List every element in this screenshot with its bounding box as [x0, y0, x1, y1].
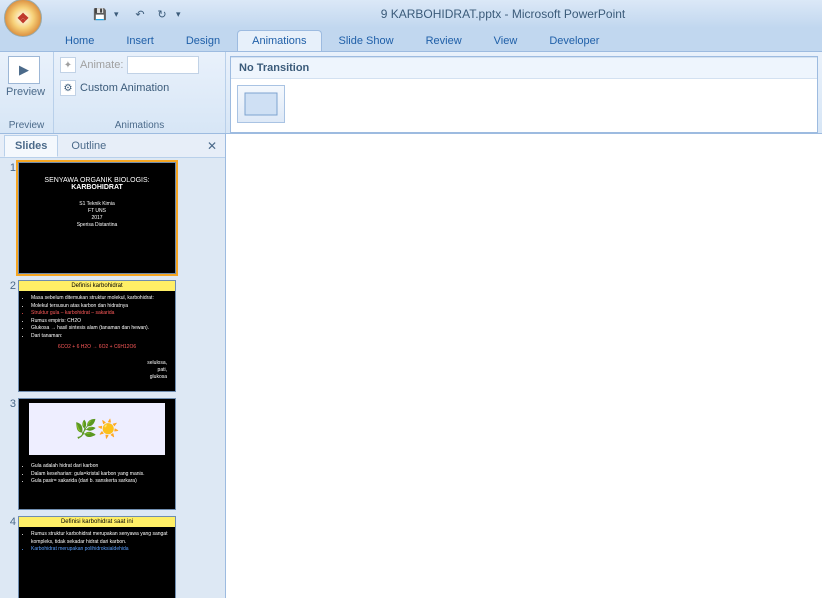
outline-tab[interactable]: Outline	[60, 135, 117, 157]
slide-thumbnails[interactable]: 1SENYAWA ORGANIK BIOLOGIS:KARBOHIDRATS1 …	[0, 158, 225, 598]
animate-select	[127, 56, 199, 74]
redo-icon[interactable]: ↻	[154, 6, 170, 22]
preview-button[interactable]: ▶ Preview	[6, 56, 42, 98]
tab-slide-show[interactable]: Slide Show	[324, 30, 409, 51]
group-preview: Preview	[6, 118, 47, 133]
slide-thumbnail[interactable]: 🌿☀️Gula adalah hidrat dari karbonDalam k…	[18, 398, 176, 510]
undo-icon[interactable]: ↶	[132, 6, 148, 22]
tab-animations[interactable]: Animations	[237, 30, 321, 51]
slide-number: 4	[4, 516, 18, 598]
slides-tab[interactable]: Slides	[4, 135, 58, 157]
custom-animation-button[interactable]: ⚙ Custom Animation	[60, 80, 169, 96]
animate-icon: ✦	[60, 57, 76, 73]
transition-item[interactable]	[237, 85, 285, 123]
qat-customize-icon[interactable]: ▾	[176, 9, 188, 20]
gallery-category: No Transition	[231, 57, 817, 79]
group-animations: Animations	[60, 118, 219, 133]
save-icon[interactable]: 💾	[92, 6, 108, 22]
tab-insert[interactable]: Insert	[111, 30, 169, 51]
slide-number: 2	[4, 280, 18, 392]
close-panel-icon[interactable]: ✕	[203, 139, 221, 153]
slide-thumbnail[interactable]: Definisi karbohidratMasa sebelum ditemuk…	[18, 280, 176, 392]
office-button[interactable]: ❖	[4, 0, 42, 37]
tab-view[interactable]: View	[479, 30, 533, 51]
transition-gallery[interactable]: No TransitionFades and DissolvesWipesPus…	[230, 56, 818, 133]
preview-icon: ▶	[8, 56, 40, 84]
slide-number: 1	[4, 162, 18, 274]
custom-animation-label: Custom Animation	[80, 82, 169, 94]
slide-thumbnail[interactable]: SENYAWA ORGANIK BIOLOGIS:KARBOHIDRATS1 T…	[18, 162, 176, 274]
tab-design[interactable]: Design	[171, 30, 235, 51]
custom-animation-icon: ⚙	[60, 80, 76, 96]
slide-canvas[interactable]	[226, 134, 822, 598]
preview-label: Preview	[6, 86, 42, 98]
tab-home[interactable]: Home	[50, 30, 109, 51]
slide-thumbnail[interactable]: Definisi karbohidrat saat iniRumus struk…	[18, 516, 176, 598]
qat-split-icon[interactable]: ▾	[114, 9, 126, 20]
tab-review[interactable]: Review	[411, 30, 477, 51]
slide-number: 3	[4, 398, 18, 510]
animate-label: Animate:	[80, 59, 123, 71]
window-title: 9 KARBOHIDRAT.pptx - Microsoft PowerPoin…	[188, 7, 818, 21]
tab-developer[interactable]: Developer	[534, 30, 614, 51]
